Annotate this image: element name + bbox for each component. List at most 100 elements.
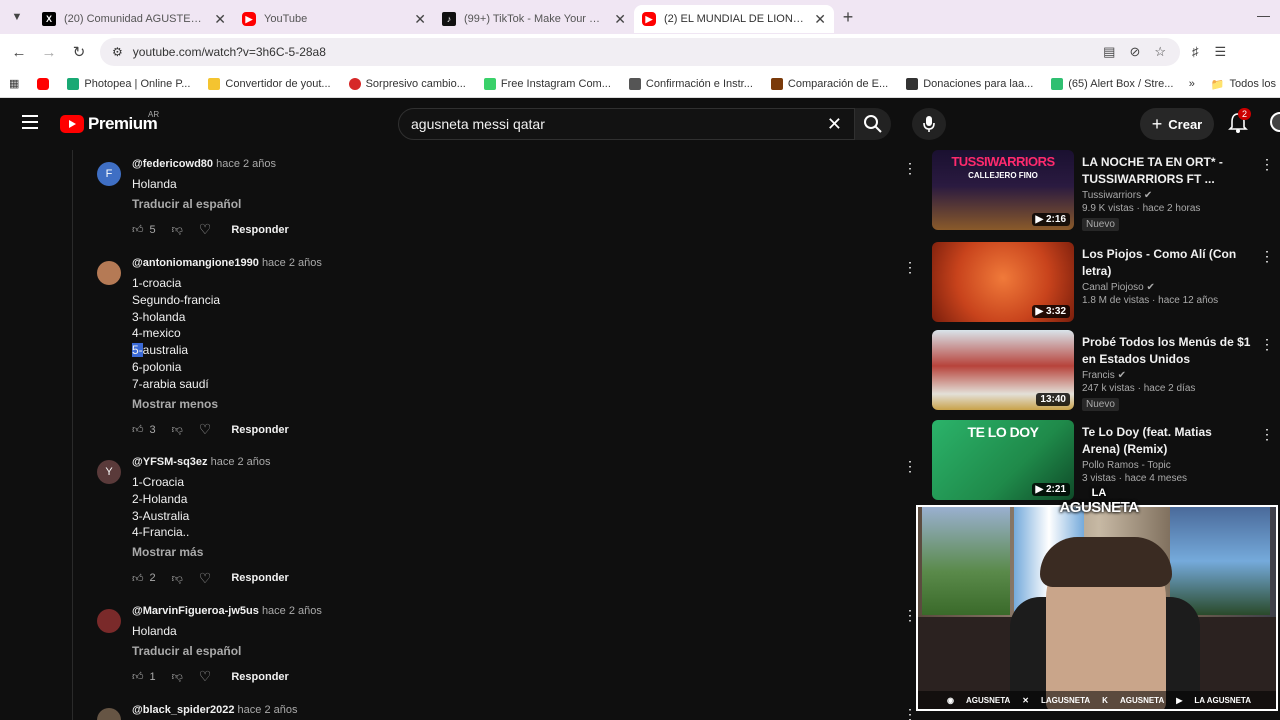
channel-name[interactable]: Tussiwarriors bbox=[1082, 190, 1141, 201]
install-icon[interactable]: ▤ bbox=[1103, 44, 1115, 60]
browser-tab-x[interactable]: X (20) Comunidad AGUSTETISMO ✕ bbox=[34, 5, 234, 33]
close-icon[interactable]: ✕ bbox=[214, 11, 226, 28]
comment-time[interactable]: hace 2 años bbox=[238, 704, 298, 716]
related-video[interactable]: TUSSIWARRIORS CALLEJERO FINO ▶ 2:16 LA N… bbox=[932, 150, 1277, 232]
more-options-icon[interactable]: ⋮ bbox=[1260, 156, 1274, 173]
more-options-icon[interactable]: ⋮ bbox=[903, 458, 917, 475]
comment-time[interactable]: hace 2 años bbox=[216, 158, 276, 170]
avatar[interactable]: Y bbox=[97, 460, 121, 484]
bookmark-item[interactable]: Convertidor de yout... bbox=[199, 77, 339, 90]
dislike-icon[interactable]: 👎︎ bbox=[172, 423, 183, 436]
clear-search-icon[interactable]: ✕ bbox=[827, 114, 842, 135]
heart-icon[interactable]: ♡ bbox=[199, 421, 212, 438]
comment-author[interactable]: @antoniomangione1990 bbox=[132, 257, 259, 269]
site-info-icon[interactable]: ⚙ bbox=[112, 45, 123, 59]
address-bar[interactable]: ⚙ youtube.com/watch?v=3h6C-5-28a8 ▤ ⊘ ☆ bbox=[100, 38, 1180, 66]
youtube-premium-logo[interactable]: Premium AR bbox=[60, 110, 159, 134]
browser-tab-active[interactable]: ▶ (2) EL MUNDIAL DE LIONEL ME ✕ bbox=[634, 5, 834, 33]
more-options-icon[interactable]: ⋮ bbox=[1260, 336, 1274, 353]
reply-button[interactable]: Responder bbox=[231, 224, 288, 236]
bookmark-item[interactable]: Comparación de E... bbox=[762, 77, 897, 90]
eye-off-icon[interactable]: ⊘ bbox=[1129, 44, 1140, 60]
new-tab-icon[interactable]: + bbox=[834, 7, 862, 28]
video-title[interactable]: Probé Todos los Menús de $1 en Estados U… bbox=[1082, 334, 1252, 367]
reload-icon[interactable]: ↻ bbox=[64, 43, 94, 61]
bookmark-folder[interactable]: 📁 Todos los bbox=[1207, 78, 1280, 91]
channel-name[interactable]: Canal Piojoso bbox=[1082, 282, 1144, 293]
comment-time[interactable]: hace 2 años bbox=[211, 456, 271, 468]
apps-grid-icon[interactable]: ▦ bbox=[0, 77, 28, 90]
close-icon[interactable]: ✕ bbox=[414, 11, 426, 28]
minimize-icon[interactable]: — bbox=[1257, 8, 1270, 23]
comment-author[interactable]: @MarvinFigueroa-jw5us bbox=[132, 605, 259, 617]
reply-button[interactable]: Responder bbox=[231, 424, 288, 436]
comment-author[interactable]: @federicowd80 bbox=[132, 158, 213, 170]
dislike-icon[interactable]: 👎︎ bbox=[172, 223, 183, 236]
like-icon[interactable]: 👍︎ bbox=[132, 670, 144, 683]
dislike-icon[interactable]: 👎︎ bbox=[172, 572, 183, 585]
search-input[interactable]: agusneta messi qatar ✕ bbox=[398, 108, 855, 140]
avatar[interactable] bbox=[97, 261, 121, 285]
bookmark-item[interactable]: Donaciones para laa... bbox=[897, 77, 1042, 90]
close-icon[interactable]: ✕ bbox=[814, 11, 826, 28]
account-avatar[interactable] bbox=[1270, 112, 1280, 132]
video-thumbnail[interactable]: 13:40 bbox=[932, 330, 1074, 410]
reply-button[interactable]: Responder bbox=[231, 572, 288, 584]
related-video[interactable]: 13:40 Probé Todos los Menús de $1 en Est… bbox=[932, 330, 1277, 412]
forward-icon[interactable]: → bbox=[34, 44, 64, 61]
translate-link[interactable]: Traducir al español bbox=[132, 197, 289, 211]
more-options-icon[interactable]: ⋮ bbox=[903, 607, 917, 624]
notifications-button[interactable]: 2 bbox=[1228, 108, 1252, 139]
video-title[interactable]: Te Lo Doy (feat. Matias Arena) (Remix) bbox=[1082, 424, 1252, 457]
bookmark-item[interactable]: Confirmación e Instr... bbox=[620, 77, 762, 90]
heart-icon[interactable]: ♡ bbox=[199, 570, 212, 587]
browser-tab-tiktok[interactable]: ♪ (99+) TikTok - Make Your Day ✕ bbox=[434, 5, 634, 33]
more-options-icon[interactable]: ⋮ bbox=[1260, 248, 1274, 265]
video-title[interactable]: Los Piojos - Como Alí (Con letra) bbox=[1082, 246, 1252, 279]
video-title[interactable]: LA NOCHE TA EN ORT* - TUSSIWARRIORS FT .… bbox=[1082, 154, 1252, 187]
like-icon[interactable]: 👍︎ bbox=[132, 223, 144, 236]
bookmark-youtube[interactable] bbox=[28, 77, 58, 90]
bookmark-star-icon[interactable]: ☆ bbox=[1154, 44, 1166, 60]
channel-name[interactable]: Francis bbox=[1082, 370, 1115, 381]
close-icon[interactable]: ✕ bbox=[614, 11, 626, 28]
back-icon[interactable]: ← bbox=[4, 44, 34, 61]
translate-link[interactable]: Traducir al español bbox=[132, 644, 322, 658]
heart-icon[interactable]: ♡ bbox=[199, 221, 212, 238]
comment-author[interactable]: @YFSM-sq3ez bbox=[132, 456, 208, 468]
video-thumbnail[interactable]: ▶ 3:32 bbox=[932, 242, 1074, 322]
more-options-icon[interactable]: ⋮ bbox=[903, 160, 917, 177]
show-more-button[interactable]: Mostrar más bbox=[132, 545, 289, 559]
search-button[interactable] bbox=[855, 108, 891, 140]
more-options-icon[interactable]: ⋮ bbox=[903, 259, 917, 276]
heart-icon[interactable]: ♡ bbox=[199, 668, 212, 685]
channel-name[interactable]: Pollo Ramos - Topic bbox=[1082, 460, 1252, 471]
show-less-button[interactable]: Mostrar menos bbox=[132, 397, 322, 411]
comment-time[interactable]: hace 2 años bbox=[262, 605, 322, 617]
menu-icon[interactable] bbox=[22, 115, 38, 129]
avatar[interactable] bbox=[97, 609, 121, 633]
avatar[interactable]: F bbox=[97, 162, 121, 186]
comment-author[interactable]: @black_spider2022 bbox=[132, 704, 234, 716]
extensions-icon[interactable]: ♯ bbox=[1192, 44, 1199, 60]
reading-list-icon[interactable]: ☰ bbox=[1215, 44, 1227, 60]
like-icon[interactable]: 👍︎ bbox=[132, 572, 144, 585]
bookmark-item[interactable]: Free Instagram Com... bbox=[475, 77, 620, 90]
more-options-icon[interactable]: ⋮ bbox=[903, 706, 917, 720]
like-icon[interactable]: 👍︎ bbox=[132, 423, 144, 436]
avatar[interactable] bbox=[97, 708, 121, 720]
video-thumbnail[interactable]: TUSSIWARRIORS CALLEJERO FINO ▶ 2:16 bbox=[932, 150, 1074, 230]
voice-search-button[interactable] bbox=[912, 108, 946, 140]
reply-button[interactable]: Responder bbox=[231, 671, 288, 683]
bookmark-item[interactable]: Photopea | Online P... bbox=[58, 77, 199, 90]
bookmark-item[interactable]: Sorpresivo cambio... bbox=[340, 77, 475, 90]
tab-search-chevron-icon[interactable]: ▼ bbox=[0, 0, 34, 34]
dislike-icon[interactable]: 👎︎ bbox=[172, 670, 183, 683]
browser-tab-youtube[interactable]: ▶ YouTube ✕ bbox=[234, 5, 434, 33]
more-bookmarks-icon[interactable]: » bbox=[1189, 78, 1195, 90]
comment-time[interactable]: hace 2 años bbox=[262, 257, 322, 269]
related-video[interactable]: ▶ 3:32 Los Piojos - Como Alí (Con letra)… bbox=[932, 242, 1277, 324]
bookmark-item[interactable]: (65) Alert Box / Stre... bbox=[1042, 77, 1182, 90]
create-button[interactable]: + Crear bbox=[1140, 108, 1214, 140]
more-options-icon[interactable]: ⋮ bbox=[1260, 426, 1274, 443]
